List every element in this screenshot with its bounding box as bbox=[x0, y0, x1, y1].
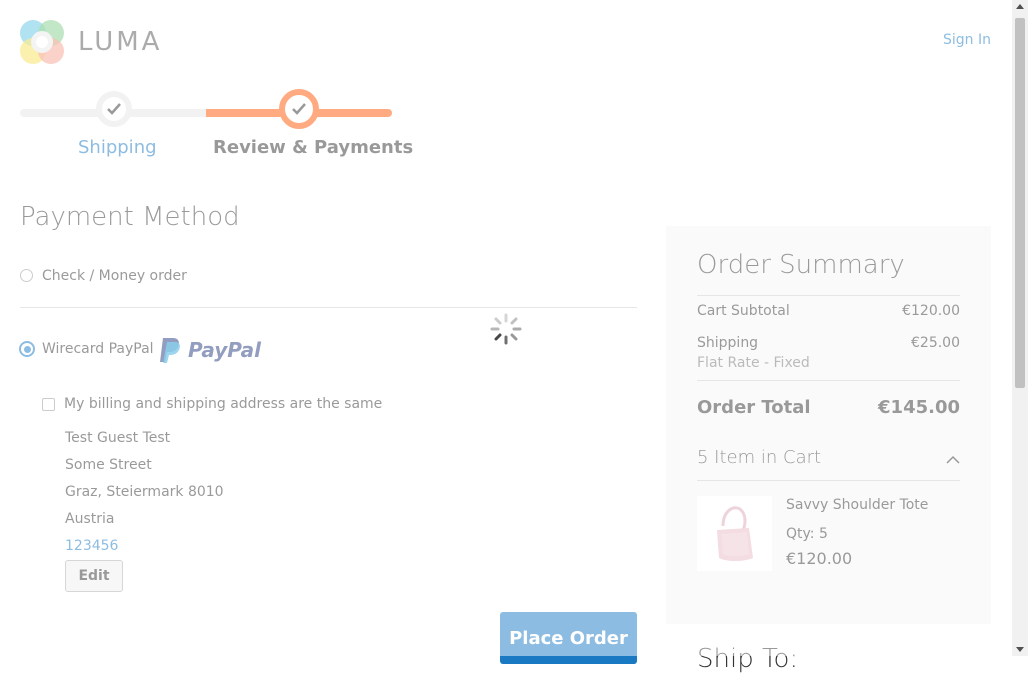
scroll-down-arrow-icon[interactable] bbox=[1016, 647, 1024, 652]
page-scrollbar[interactable] bbox=[1012, 0, 1028, 656]
loading-spinner-icon bbox=[489, 312, 523, 346]
scrollbar-thumb[interactable] bbox=[1015, 18, 1025, 388]
scroll-up-arrow-icon[interactable] bbox=[1016, 4, 1024, 9]
